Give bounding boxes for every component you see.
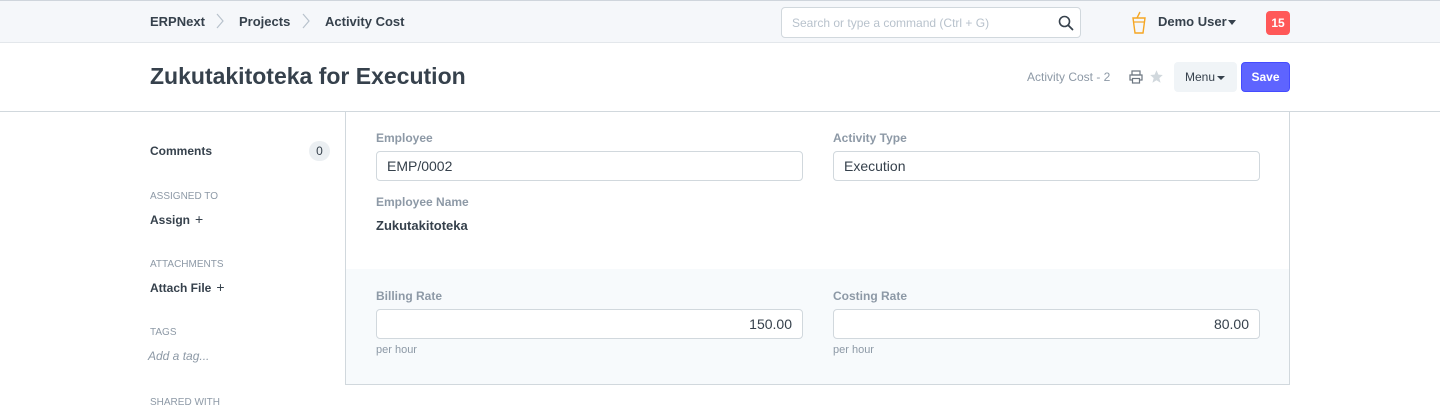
breadcrumb-projects[interactable]: Projects [239, 14, 290, 29]
plus-icon: + [216, 279, 225, 295]
document-indicator: Activity Cost - 2 [1027, 70, 1111, 84]
attachments-label: ATTACHMENTS [150, 259, 224, 270]
star-icon[interactable] [1149, 69, 1164, 84]
add-tag-link[interactable]: Add a tag... [148, 349, 209, 363]
menu-button[interactable]: Menu [1174, 62, 1237, 92]
notification-badge[interactable]: 15 [1266, 11, 1290, 35]
assigned-to-label: ASSIGNED TO [150, 191, 218, 202]
activity-type-field[interactable]: Execution [833, 151, 1260, 181]
billing-rate-description: per hour [376, 344, 417, 356]
employee-label: Employee [376, 131, 433, 145]
assign-label: Assign [150, 213, 191, 227]
sidebar-comments-label[interactable]: Comments [150, 144, 212, 158]
attach-file-label: Attach File [150, 281, 212, 295]
shared-with-label: SHARED WITH [150, 397, 220, 408]
caret-down-icon[interactable] [1228, 20, 1236, 25]
caret-down-icon [1217, 76, 1225, 80]
breadcrumb-erpnext[interactable]: ERPNext [150, 14, 205, 29]
activity-type-label: Activity Type [833, 131, 907, 145]
search-icon[interactable] [1058, 15, 1074, 31]
assign-button[interactable]: Assign + [150, 211, 203, 227]
plus-icon: + [195, 211, 204, 227]
employee-field[interactable]: EMP/0002 [376, 151, 803, 181]
menu-button-label: Menu [1185, 70, 1216, 84]
costing-rate-description: per hour [833, 344, 874, 356]
employee-name-value: Zukutakitoteka [376, 218, 468, 233]
employee-name-label: Employee Name [376, 195, 469, 209]
comments-count-badge: 0 [309, 141, 330, 161]
search-placeholder: Search or type a command (Ctrl + G) [792, 16, 990, 30]
tags-label: TAGS [150, 327, 177, 338]
chevron-right-icon [216, 13, 224, 29]
user-cup-icon[interactable] [1131, 11, 1147, 35]
chevron-right-icon [302, 13, 310, 29]
user-menu[interactable]: Demo User [1158, 14, 1227, 29]
billing-rate-field[interactable]: 150.00 [376, 309, 803, 339]
search-input[interactable]: Search or type a command (Ctrl + G) [781, 7, 1081, 38]
costing-rate-field[interactable]: 80.00 [833, 309, 1260, 339]
rates-section: Billing Rate 150.00 per hour Costing Rat… [346, 269, 1289, 384]
breadcrumb-activity-cost[interactable]: Activity Cost [325, 14, 404, 29]
page-title: Zukutakitoteka for Execution [150, 63, 466, 89]
costing-rate-label: Costing Rate [833, 289, 908, 303]
top-navbar: ERPNext Projects Activity Cost Search or… [0, 0, 1440, 43]
page-head: Zukutakitoteka for Execution Activity Co… [0, 43, 1440, 112]
print-icon[interactable] [1129, 70, 1143, 84]
form-layout: Employee EMP/0002 Activity Type Executio… [345, 112, 1290, 385]
billing-rate-label: Billing Rate [376, 289, 443, 303]
attach-file-button[interactable]: Attach File + [150, 279, 225, 295]
save-button[interactable]: Save [1241, 62, 1290, 92]
